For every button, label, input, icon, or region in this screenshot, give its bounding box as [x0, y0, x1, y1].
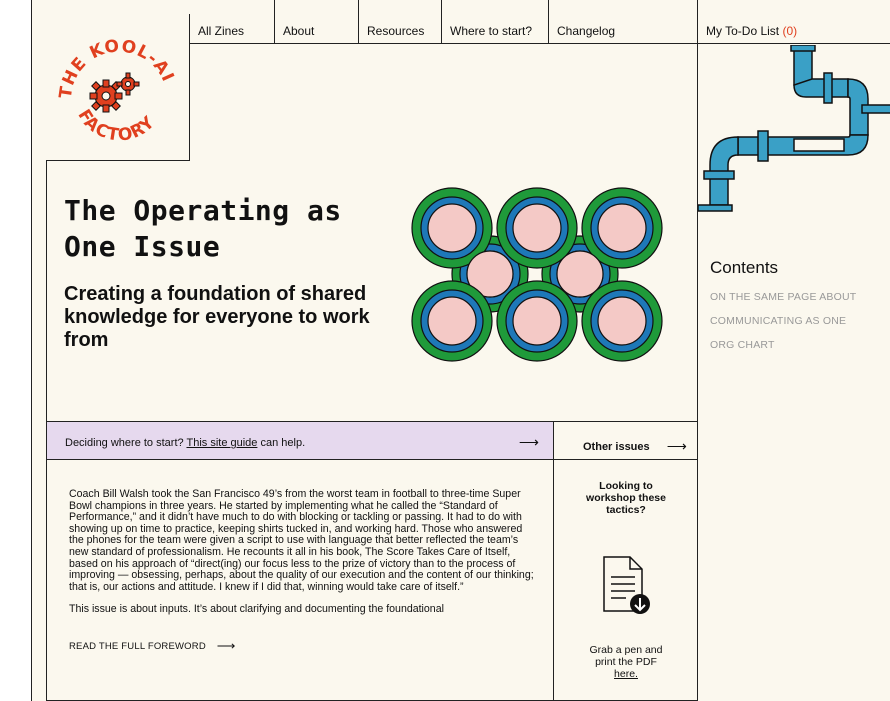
nav-all-zines[interactable]: All Zines	[190, 0, 274, 44]
foreword-paragraph: Coach Bill Walsh took the San Francisco …	[69, 489, 534, 593]
arrow-right-icon: ⟶	[518, 434, 539, 450]
page-title: The Operating as One Issue	[64, 194, 342, 263]
logo-box[interactable]: THE KOOL-AID FACTORY	[38, 0, 190, 161]
banner-suffix: can help.	[260, 437, 306, 449]
pdf-here-link[interactable]: here.	[614, 668, 638, 680]
other-issues-button[interactable]: Other issues ⟶	[553, 421, 697, 460]
grab-pdf-text: Grab a pen and print the PDF here.	[554, 644, 698, 680]
nav-where-to-start[interactable]: Where to start?	[441, 0, 548, 44]
todo-list-link[interactable]: My To-Do List (0)	[697, 0, 890, 44]
nav-about[interactable]: About	[274, 0, 358, 44]
foreword-paragraph: This issue is about inputs. It’s about c…	[69, 603, 444, 616]
pdf-download-icon[interactable]	[600, 555, 652, 617]
banner-text: Deciding where to start?	[65, 437, 184, 449]
page-subtitle: Creating a foundation of shared knowledg…	[64, 283, 370, 351]
pipe-illustration	[698, 45, 890, 212]
gear-small-icon	[116, 72, 140, 96]
contents-item-same-page[interactable]: ON THE SAME PAGE ABOUT	[710, 291, 856, 303]
contents-item-org-chart[interactable]: ORG CHART	[710, 339, 775, 351]
nav-changelog[interactable]: Changelog	[548, 0, 700, 44]
logo-text-bottom: FACTORY	[73, 106, 158, 146]
workshop-question: Looking to workshop these tactics?	[586, 480, 666, 516]
kool-aid-factory-logo: THE KOOL-AID FACTORY	[38, 0, 176, 146]
nav-resources[interactable]: Resources	[358, 0, 441, 44]
grab-pdf-label: Grab a pen and print the PDF	[589, 644, 663, 668]
rings-illustration	[411, 187, 663, 362]
page: THE KOOL-AID FACTORY	[31, 0, 890, 701]
svg-text:FACTORY: FACTORY	[73, 106, 159, 146]
arrow-right-icon: ⟶	[666, 438, 687, 454]
workshop-panel: Looking to workshop these tactics? Grab …	[553, 460, 697, 701]
ring-grid	[411, 187, 663, 362]
todo-count: (0)	[782, 24, 798, 38]
read-foreword-link[interactable]: READ THE FULL FOREWORD ⟶	[69, 637, 236, 653]
arrow-right-icon: ⟶	[216, 638, 236, 653]
contents-title: Contents	[710, 258, 779, 277]
site-guide-banner[interactable]: Deciding where to start? This site guide…	[47, 421, 553, 460]
site-guide-link[interactable]: This site guide	[186, 437, 257, 449]
other-issues-label: Other issues	[583, 441, 650, 453]
contents-item-communicating[interactable]: COMMUNICATING AS ONE	[710, 315, 846, 327]
todo-label: My To-Do List	[706, 24, 780, 38]
read-foreword-label: READ THE FULL FOREWORD	[69, 641, 206, 652]
top-nav: All Zines About Resources Where to start…	[190, 0, 700, 44]
foreword-text: Coach Bill Walsh took the San Francisco …	[69, 489, 539, 629]
